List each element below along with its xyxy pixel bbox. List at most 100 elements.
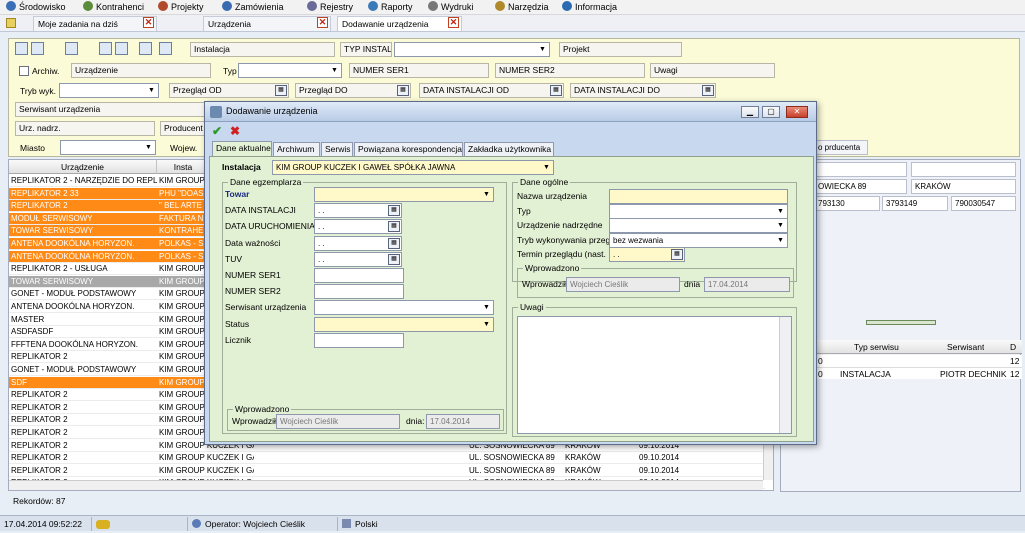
new-document-icon[interactable] bbox=[65, 42, 78, 55]
calendar-icon[interactable]: ▦ bbox=[550, 85, 562, 96]
uwagi-group: Uwagi bbox=[512, 302, 797, 437]
table-cell: UL. SOSNOWIECKA 89 bbox=[469, 453, 555, 463]
edit-icon[interactable] bbox=[99, 42, 112, 55]
field-input-7[interactable]: ▼ bbox=[314, 300, 494, 316]
field-input-9[interactable] bbox=[314, 332, 404, 348]
close-tab-icon[interactable]: ✕ bbox=[448, 17, 459, 28]
menu-item-3[interactable]: Zamówienia bbox=[222, 1, 284, 14]
calendar-icon[interactable]: ▦ bbox=[388, 253, 400, 265]
field-input-3[interactable]: . . ▦ bbox=[314, 235, 402, 251]
field-input-6[interactable] bbox=[314, 284, 404, 300]
minimize-icon[interactable]: ▁ bbox=[741, 106, 759, 118]
menu-item-2[interactable]: Projekty bbox=[158, 1, 204, 14]
tryb-wyk-select[interactable]: ▼ bbox=[59, 83, 159, 98]
maximize-icon[interactable]: ▢ bbox=[762, 106, 780, 118]
menu-item-4[interactable]: Rejestry bbox=[307, 1, 353, 14]
horizontal-scrollbar[interactable] bbox=[9, 480, 763, 490]
cancel-x-icon[interactable]: ✖ bbox=[230, 124, 240, 138]
calendar-icon[interactable]: ▦ bbox=[388, 205, 400, 217]
delete-icon[interactable] bbox=[115, 42, 128, 55]
dialog-tab-1[interactable]: Archiwum bbox=[273, 142, 320, 156]
menu-item-7[interactable]: Narzędzia bbox=[495, 1, 549, 14]
menu-bar: Środowisko Kontrahenci Projekty Zamówienia R… bbox=[0, 0, 1025, 15]
menu-label: Projekty bbox=[171, 2, 204, 12]
language-label: Polski bbox=[355, 519, 378, 529]
instalacja-filter[interactable]: Instalacja bbox=[190, 42, 335, 57]
calendar-icon[interactable]: ▦ bbox=[702, 85, 714, 96]
uwagi-textarea[interactable] bbox=[517, 316, 792, 434]
field-input-4[interactable]: . . ▦ bbox=[314, 251, 402, 267]
menu-item-0[interactable]: Środowisko bbox=[6, 1, 66, 14]
doc-tab-2[interactable]: Dodawanie urządzenia bbox=[337, 16, 462, 31]
close-tab-icon[interactable]: ✕ bbox=[143, 17, 154, 28]
menu-item-8[interactable]: Informacja bbox=[562, 1, 617, 14]
data-inst-od-filter[interactable]: DATA INSTALACJI OD ▦ bbox=[419, 83, 564, 98]
table-cell: MASTER bbox=[11, 314, 45, 324]
column-header-d[interactable]: D bbox=[1010, 342, 1016, 352]
column-header-instalacja[interactable]: Insta bbox=[157, 160, 209, 174]
field-input-1[interactable]: ▼ bbox=[609, 203, 788, 219]
field-input-5[interactable] bbox=[314, 268, 404, 283]
field-input-0[interactable]: ▼ bbox=[314, 187, 494, 202]
dialog-tab-0[interactable]: Dane aktualne bbox=[212, 141, 272, 156]
typ-select[interactable]: ▼ bbox=[238, 63, 342, 78]
menu-item-5[interactable]: Raporty bbox=[368, 1, 413, 14]
field-input-1[interactable]: . . ▦ bbox=[314, 203, 402, 219]
table-row[interactable]: REPLIKATOR 2 KIM GROUP KUCZEK I GAV UL. SO… bbox=[9, 452, 765, 465]
print-icon[interactable] bbox=[159, 42, 172, 55]
serwisant-filter[interactable]: Serwisant urządzenia bbox=[15, 102, 205, 117]
field-input-2[interactable]: . . ▦ bbox=[314, 219, 402, 235]
menu-item-1[interactable]: Kontrahenci bbox=[83, 1, 144, 14]
close-tab-icon[interactable]: ✕ bbox=[317, 17, 328, 28]
przeglad-od-filter[interactable]: Przegląd OD ▦ bbox=[169, 83, 289, 98]
chevron-down-icon: ▼ bbox=[540, 161, 553, 174]
calendar-icon[interactable]: ▦ bbox=[397, 85, 409, 96]
urz-nadrz-filter[interactable]: Urz. nadrz. bbox=[15, 121, 155, 136]
uwagi-filter[interactable]: Uwagi bbox=[650, 63, 775, 78]
dialog-tab-3[interactable]: Powiązana korespondencja bbox=[354, 142, 463, 156]
service-row[interactable]: 0 12 bbox=[814, 355, 1022, 367]
splitter-handle[interactable] bbox=[866, 320, 936, 325]
table-cell: REPLIKATOR 2 33 bbox=[11, 188, 79, 198]
field-input-2[interactable]: ▼ bbox=[609, 218, 788, 234]
doc-tab-1[interactable]: Urządzenia bbox=[203, 16, 331, 31]
field-input-4[interactable]: . . ▦ bbox=[609, 247, 685, 263]
save-checkmark-icon[interactable]: ✔ bbox=[212, 124, 222, 138]
calendar-icon[interactable]: ▦ bbox=[671, 249, 683, 261]
service-row[interactable]: 0 INSTALACJA PIOTR DECHNIK 12 bbox=[814, 367, 1022, 379]
miasto-select[interactable]: ▼ bbox=[60, 140, 156, 155]
uwagi-scrollbar[interactable] bbox=[779, 317, 791, 433]
close-icon[interactable]: ✕ bbox=[786, 106, 808, 118]
field-label: Status bbox=[225, 318, 250, 329]
table-row[interactable]: REPLIKATOR 2 KIM GROUP KUCZEK I GAV UL. SO… bbox=[9, 465, 765, 477]
instalacja-select[interactable]: KIM GROUP KUCZEK I GAWEŁ SPÓŁKA JAWNA ▼ bbox=[272, 160, 554, 175]
doc-tab-0[interactable]: Moje zadania na dziś bbox=[33, 16, 157, 31]
column-header-urzadzenie[interactable]: Urządzenie bbox=[9, 160, 157, 174]
calendar-icon[interactable]: ▦ bbox=[275, 85, 287, 96]
data-inst-do-filter[interactable]: DATA INSTALACJI DO ▦ bbox=[570, 83, 716, 98]
column-header-serwisant[interactable]: Serwisant bbox=[947, 342, 984, 352]
producer-tab[interactable]: o prducenta bbox=[814, 140, 868, 155]
field-input-8[interactable]: ▼ bbox=[314, 316, 494, 332]
field-input-0[interactable] bbox=[609, 189, 788, 204]
numer-ser1-filter[interactable]: NUMER SER1 bbox=[349, 63, 489, 78]
menu-item-6[interactable]: Wydruki bbox=[428, 1, 473, 14]
column-header-typ-serwisu[interactable]: Typ serwisu bbox=[854, 342, 899, 352]
refresh-icon[interactable] bbox=[15, 42, 28, 55]
field-input-3[interactable]: bez wezwania ▼ bbox=[609, 232, 788, 248]
producent-filter[interactable]: Producent bbox=[160, 121, 210, 136]
dialog-tab-2[interactable]: Serwis bbox=[321, 142, 353, 156]
typ-install-select[interactable]: ▼ bbox=[394, 42, 550, 57]
urzadzenie-filter[interactable]: Urządzenie bbox=[71, 63, 211, 78]
calendar-icon[interactable]: ▦ bbox=[388, 237, 400, 249]
calendar-icon[interactable]: ▦ bbox=[388, 221, 400, 233]
numer-ser2-filter[interactable]: NUMER SER2 bbox=[495, 63, 645, 78]
filter-icon[interactable] bbox=[31, 42, 44, 55]
projekt-filter[interactable]: Projekt bbox=[559, 42, 682, 57]
dialog-tab-4[interactable]: Zakładka użytkownika bbox=[464, 142, 554, 156]
archiw-checkbox[interactable] bbox=[19, 66, 29, 76]
dialog-title-bar[interactable]: Dodawanie urządzenia ▁ ▢ ✕ bbox=[205, 102, 816, 122]
przeglad-do-filter[interactable]: Przegląd DO ▦ bbox=[295, 83, 411, 98]
document-tab-bar: Moje zadania na dziś ✕ Urządzenia ✕ Dodawani… bbox=[0, 15, 1025, 32]
export-icon[interactable] bbox=[139, 42, 152, 55]
